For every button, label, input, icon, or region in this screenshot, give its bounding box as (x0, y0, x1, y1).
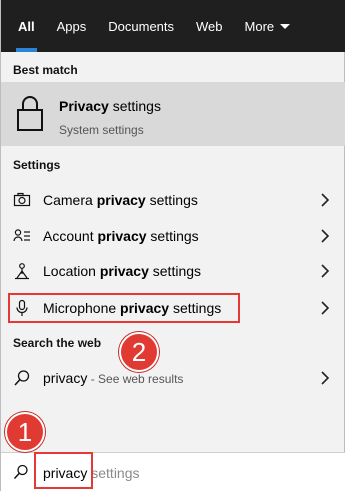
caret-down-icon (280, 23, 291, 29)
result-location-privacy[interactable]: Location privacy settings (1, 253, 345, 288)
best-match-subtitle: System settings (59, 123, 144, 137)
result-account-privacy[interactable]: Account privacy settings (1, 218, 345, 253)
tab-web[interactable]: Web (185, 0, 234, 52)
best-match-heading: Best match (13, 63, 78, 77)
search-text-highlight-box (34, 452, 93, 489)
best-match-title: Privacy settings (59, 98, 161, 114)
tab-documents[interactable]: Documents (97, 0, 185, 52)
tab-more[interactable]: More (234, 0, 302, 52)
location-icon (15, 263, 29, 280)
settings-heading: Settings (13, 158, 61, 172)
best-match-item[interactable]: Privacy settings System settings (1, 82, 345, 146)
tab-bar: All Apps Documents Web More (1, 0, 345, 52)
result-label: Account privacy settings (43, 227, 199, 244)
account-icon (13, 229, 30, 242)
chevron-right-icon[interactable] (320, 264, 330, 278)
result-label: Camera privacy settings (43, 191, 198, 208)
tab-apps[interactable]: Apps (46, 0, 98, 52)
search-panel: All Apps Documents Web More Best match P… (0, 0, 345, 491)
result-web-search[interactable]: privacy - See web results (1, 360, 345, 395)
result-label: Location privacy settings (43, 262, 202, 279)
chevron-right-icon[interactable] (320, 301, 330, 315)
tab-all[interactable]: All (7, 0, 46, 52)
result-label: privacy - See web results (43, 369, 184, 386)
step-1-badge: 1 (5, 412, 45, 452)
chevron-right-icon[interactable] (320, 193, 330, 207)
search-icon (13, 464, 28, 480)
camera-icon (13, 192, 31, 207)
microphone-highlight-box (8, 293, 240, 323)
search-web-heading: Search the web (13, 336, 102, 350)
search-icon (14, 370, 30, 386)
step-2-badge: 2 (119, 332, 159, 372)
chevron-right-icon[interactable] (320, 371, 330, 385)
result-camera-privacy[interactable]: Camera privacy settings (1, 182, 345, 217)
chevron-right-icon[interactable] (320, 229, 330, 243)
lock-icon (17, 96, 43, 131)
